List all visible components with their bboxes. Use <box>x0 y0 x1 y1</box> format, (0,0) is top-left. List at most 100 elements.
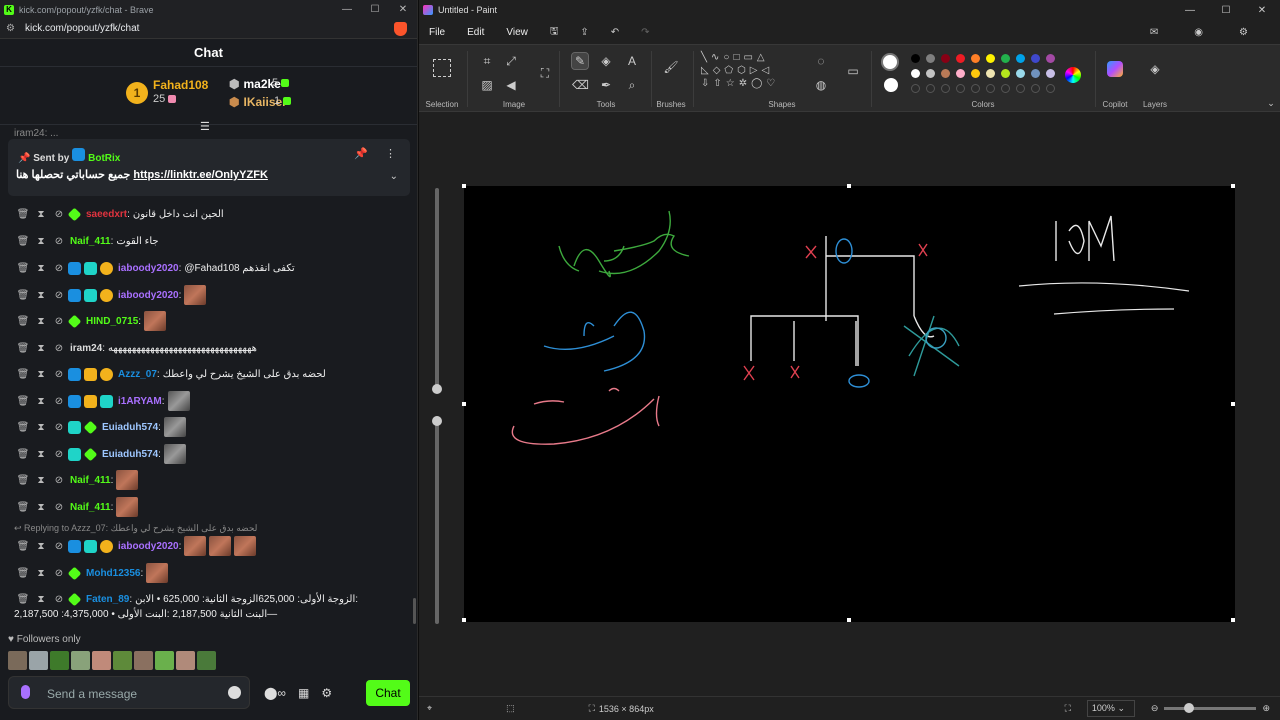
pinned-link[interactable]: https://linktr.ee/OnlyYZFK <box>133 169 267 181</box>
custom-color-slot[interactable] <box>926 84 935 93</box>
minimize-icon[interactable]: — <box>333 4 361 15</box>
timeout-icon[interactable]: ⧗ <box>32 568 50 579</box>
delete-icon[interactable]: 🗑 <box>14 568 32 579</box>
store-icon[interactable]: ▦ <box>298 686 309 700</box>
redo-icon[interactable]: ↷ <box>641 27 649 38</box>
site-settings-icon[interactable]: ⚙ <box>6 23 15 34</box>
custom-color-slot[interactable] <box>1016 84 1025 93</box>
microphone-icon[interactable] <box>21 685 30 699</box>
palette-swatch[interactable] <box>941 69 950 78</box>
palette-swatch[interactable] <box>956 54 965 63</box>
palette-swatch[interactable] <box>971 69 980 78</box>
maximize-icon[interactable]: ☐ <box>1208 5 1244 16</box>
delete-icon[interactable]: 🗑 <box>14 475 32 486</box>
custom-color-slot[interactable] <box>986 84 995 93</box>
copilot-icon[interactable] <box>1107 61 1123 77</box>
palette-swatch[interactable] <box>1046 54 1055 63</box>
zoom-select[interactable]: 100% ⌄ <box>1086 700 1135 717</box>
kicks-icon[interactable]: ⬤∞ <box>264 686 286 700</box>
username[interactable]: HIND_0715 <box>86 316 138 327</box>
send-chat-button[interactable]: Chat <box>366 680 410 706</box>
chat-message[interactable]: 🗑 ⧗ ⊘ i1ARYAM: <box>0 390 418 412</box>
opacity-slider[interactable] <box>432 416 442 624</box>
fill-icon[interactable]: ◈ <box>598 53 614 69</box>
chat-message[interactable]: 🗑 ⧗ ⊘ Faten_89: الزوجة الأولى: 625,000الزو… <box>0 588 418 610</box>
ban-icon[interactable]: ⊘ <box>50 236 68 247</box>
timeout-icon[interactable]: ⧗ <box>32 475 50 486</box>
timeout-icon[interactable]: ⧗ <box>32 449 50 460</box>
brave-shield-icon[interactable] <box>394 21 407 36</box>
custom-color-slot[interactable] <box>971 84 980 93</box>
leaderboard-first-name[interactable]: Fahad108 <box>153 78 208 92</box>
maximize-icon[interactable]: ☐ <box>361 4 389 15</box>
image-creator-icon[interactable]: ⛶ <box>537 65 553 81</box>
delete-icon[interactable]: 🗑 <box>14 502 32 513</box>
username[interactable]: Faten_89 <box>86 594 129 605</box>
username[interactable]: Naif_411 <box>70 236 111 247</box>
close-icon[interactable]: ✕ <box>1244 5 1280 16</box>
custom-color-slot[interactable] <box>956 84 965 93</box>
chat-message[interactable]: 🗑 ⧗ ⊘ iaboody2020: @Fahad108 تكفى انقذهم <box>0 257 418 279</box>
emote-image[interactable] <box>50 651 69 670</box>
palette-swatch[interactable] <box>1046 69 1055 78</box>
zoom-in-icon[interactable]: ⊕ <box>1262 703 1270 714</box>
primary-color-swatch[interactable] <box>881 53 899 71</box>
chat-message[interactable]: 🗑 ⧗ ⊘ Euiaduh574: <box>0 443 418 465</box>
delete-icon[interactable]: 🗑 <box>14 369 32 380</box>
zoom-slider[interactable] <box>1164 703 1257 713</box>
pencil-icon[interactable]: ✎ <box>571 52 589 70</box>
emote-image[interactable] <box>134 651 153 670</box>
palette-swatch[interactable] <box>986 54 995 63</box>
emote-image[interactable] <box>71 651 90 670</box>
delete-icon[interactable]: 🗑 <box>14 290 32 301</box>
palette-swatch[interactable] <box>986 69 995 78</box>
ban-icon[interactable]: ⊘ <box>50 396 68 407</box>
palette-swatch[interactable] <box>911 69 920 78</box>
username[interactable]: Naif_411 <box>70 475 111 486</box>
settings-gear-icon[interactable]: ⚙ <box>321 686 332 700</box>
chat-message[interactable]: 🗑 ⧗ ⊘ Naif_411: <box>0 469 418 491</box>
brush-icon[interactable]: 🖌 <box>663 59 679 75</box>
reply-context[interactable]: ↩ Replying to Azzz_07: لحضه بدق على الشي… <box>14 523 257 534</box>
feedback-icon[interactable]: ✉ <box>1150 27 1158 38</box>
ban-icon[interactable]: ⊘ <box>50 475 68 486</box>
username[interactable]: iaboody2020 <box>118 290 179 301</box>
brush-size-slider[interactable] <box>432 188 442 394</box>
color-picker-icon[interactable]: ✒ <box>598 77 614 93</box>
chat-message[interactable]: 🗑 ⧗ ⊘ iaboody2020: <box>0 284 418 306</box>
username[interactable]: Euiaduh574 <box>102 449 158 460</box>
delete-icon[interactable]: 🗑 <box>14 396 32 407</box>
ribbon-collapse-icon[interactable]: ⌄ <box>1263 95 1279 111</box>
delete-icon[interactable]: 🗑 <box>14 449 32 460</box>
palette-swatch[interactable] <box>926 69 935 78</box>
palette-swatch[interactable] <box>1001 69 1010 78</box>
palette-swatch[interactable] <box>1016 69 1025 78</box>
custom-color-slot[interactable] <box>1031 84 1040 93</box>
emote-image[interactable] <box>92 651 111 670</box>
ban-icon[interactable]: ⊘ <box>50 422 68 433</box>
timeout-icon[interactable]: ⧗ <box>32 594 50 605</box>
emote-image[interactable] <box>113 651 132 670</box>
username[interactable]: Euiaduh574 <box>102 422 158 433</box>
ban-icon[interactable]: ⊘ <box>50 343 68 354</box>
username[interactable]: Mohd12356 <box>86 568 140 579</box>
chat-scrollbar[interactable] <box>413 598 416 624</box>
ban-icon[interactable]: ⊘ <box>50 594 68 605</box>
ban-icon[interactable]: ⊘ <box>50 369 68 380</box>
undo-icon[interactable]: ↶ <box>611 27 619 38</box>
delete-icon[interactable]: 🗑 <box>14 236 32 247</box>
delete-icon[interactable]: 🗑 <box>14 316 32 327</box>
chat-message[interactable]: 🗑 ⧗ ⊘ HIND_0715: <box>0 310 418 332</box>
delete-icon[interactable]: 🗑 <box>14 541 32 552</box>
secondary-color-swatch[interactable] <box>884 78 898 92</box>
save-icon[interactable]: 🖫 <box>550 24 559 41</box>
timeout-icon[interactable]: ⧗ <box>32 316 50 327</box>
shape-style-icon[interactable]: ▭ <box>845 63 861 79</box>
timeout-icon[interactable]: ⧗ <box>32 396 50 407</box>
outline-icon[interactable]: ◌ <box>813 53 829 69</box>
pin-icon[interactable]: 📌 <box>354 147 368 160</box>
message-input[interactable]: Send a message <box>8 676 250 709</box>
crop-icon[interactable]: ⌗ <box>479 53 495 69</box>
minimize-icon[interactable]: — <box>1172 5 1208 16</box>
palette-swatch[interactable] <box>956 69 965 78</box>
